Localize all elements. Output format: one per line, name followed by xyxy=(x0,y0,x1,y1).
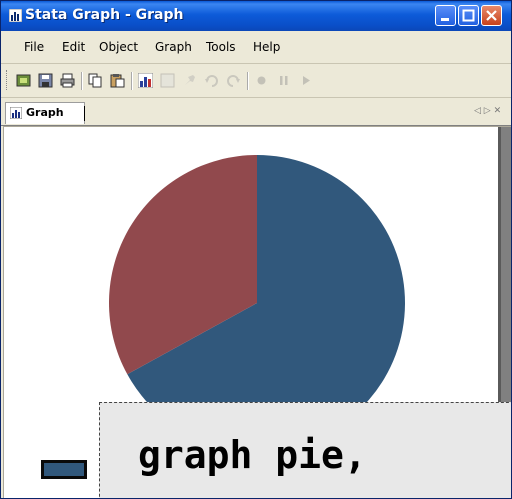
copy-icon[interactable] xyxy=(88,73,103,88)
stata-graph-window: Stata Graph - Graph File Edit Object Gra… xyxy=(0,0,512,499)
maximize-icon xyxy=(462,9,475,22)
graph-editor-icon[interactable] xyxy=(138,73,153,88)
record-icon[interactable] xyxy=(254,73,269,88)
tab-navigation-controls[interactable]: ◁ ▷ ✕ xyxy=(474,106,501,116)
command-caption: graph pie, xyxy=(99,402,511,498)
toolbar-separator xyxy=(247,72,249,90)
play-icon[interactable] xyxy=(298,73,313,88)
menu-object[interactable]: Object xyxy=(99,40,138,54)
open-graph-icon[interactable] xyxy=(16,73,31,88)
tab-graph[interactable]: Graph xyxy=(5,102,85,124)
toolbar-separator xyxy=(81,72,83,90)
graph-app-icon xyxy=(9,9,22,22)
legend-swatch xyxy=(41,460,87,479)
select-icon[interactable] xyxy=(160,73,175,88)
paste-icon[interactable] xyxy=(110,73,125,88)
tab-label: Graph xyxy=(26,106,64,119)
maximize-button[interactable] xyxy=(458,5,479,26)
close-icon xyxy=(486,10,497,21)
toolbar xyxy=(1,64,511,98)
pin-icon[interactable] xyxy=(182,73,197,88)
save-icon[interactable] xyxy=(38,73,53,88)
window-title: Stata Graph - Graph xyxy=(25,7,184,23)
menu-bar: File Edit Object Graph Tools Help xyxy=(1,31,511,64)
graph-tab-icon xyxy=(10,107,22,119)
redo-icon[interactable] xyxy=(226,73,241,88)
toolbar-grip[interactable] xyxy=(6,70,10,90)
menu-file[interactable]: File xyxy=(24,40,44,54)
print-icon[interactable] xyxy=(60,73,75,88)
toolbar-separator xyxy=(131,72,133,90)
title-bar[interactable]: Stata Graph - Graph xyxy=(1,1,511,31)
caption-text: graph pie, xyxy=(138,433,367,477)
document-tab-bar: Graph ◁ ▷ ✕ xyxy=(1,98,511,126)
pause-icon[interactable] xyxy=(276,73,291,88)
menu-help[interactable]: Help xyxy=(253,40,280,54)
undo-icon[interactable] xyxy=(204,73,219,88)
menu-graph[interactable]: Graph xyxy=(155,40,192,54)
menu-tools[interactable]: Tools xyxy=(206,40,236,54)
minimize-button[interactable] xyxy=(435,5,456,26)
close-button[interactable] xyxy=(481,5,502,26)
menu-edit[interactable]: Edit xyxy=(62,40,85,54)
minimize-icon xyxy=(441,18,449,21)
text-cursor xyxy=(84,106,85,121)
